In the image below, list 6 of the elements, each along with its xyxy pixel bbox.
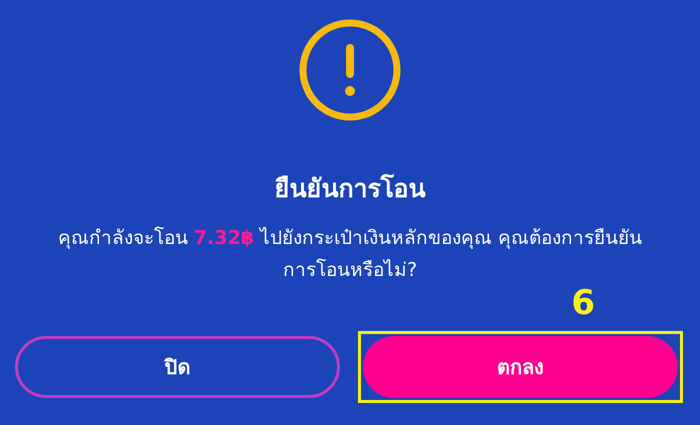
step-number: 6	[571, 286, 595, 320]
close-button[interactable]: ปิด	[15, 336, 340, 398]
confirm-button[interactable]: ตกลง	[363, 336, 678, 398]
dialog-title: ยืนยันการโอน	[274, 172, 426, 205]
warning-icon	[298, 18, 402, 122]
dialog-message: คุณกำลังจะโอน 7.32฿ ไปยังกระเป๋าเงินหลักของคุณ คุณต้องการยืนยันการโอนหรือไม่?	[56, 226, 644, 282]
